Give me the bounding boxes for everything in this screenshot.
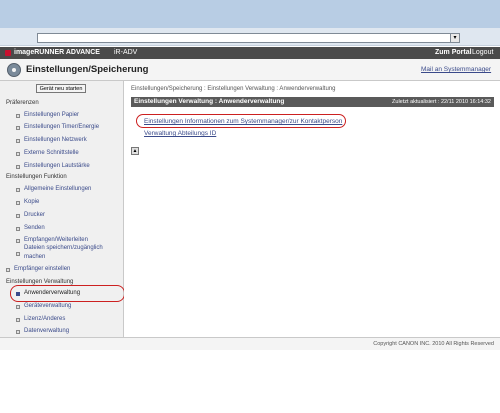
bullet-icon	[16, 305, 20, 309]
canon-logo-icon	[5, 50, 11, 56]
link-department-id[interactable]: Verwaltung Abteilungs ID	[144, 130, 216, 137]
mail-systemmanager-link[interactable]: Mail an Systemmanager	[421, 66, 491, 73]
section-title: Einstellungen Verwaltung : Anwenderverwa…	[134, 98, 285, 105]
sidebar-item-drucker[interactable]: Drucker	[24, 212, 45, 218]
page-header: Einstellungen/Speicherung Mail an System…	[0, 59, 500, 81]
sidebar-item-empfaenger[interactable]: Empfänger einstellen	[14, 266, 70, 272]
sidebar-item-papier[interactable]: Einstellungen Papier	[24, 112, 79, 118]
bullet-icon	[16, 318, 20, 322]
sidebar-item-allgemein[interactable]: Allgemeine Einstellungen	[24, 186, 91, 192]
highlight-oval-main	[136, 114, 346, 128]
sidebar-item-lautstaerke[interactable]: Einstellungen Lautstärke	[24, 163, 90, 169]
address-dropdown-icon[interactable]: ▾	[450, 34, 459, 42]
sidebar-item-lizenz[interactable]: Lizenz/Anderes	[24, 316, 65, 322]
sidebar-item-kopie[interactable]: Kopie	[24, 199, 39, 205]
sidebar-item-empfangen[interactable]: Empfangen/Weiterleiten	[24, 237, 88, 243]
bullet-icon	[6, 268, 10, 272]
sidebar-item-schnittstelle[interactable]: Externe Schnittstelle	[24, 150, 79, 156]
top-bar: imageRUNNER ADVANCE iR-ADV Zum Portal Lo…	[0, 47, 500, 59]
section-header-bar: Einstellungen Verwaltung : Anwenderverwa…	[131, 97, 494, 107]
sidebar-item-datenverwaltung[interactable]: Datenverwaltung	[24, 328, 69, 334]
bullet-icon	[16, 188, 20, 192]
bullet-icon	[16, 330, 20, 334]
copyright-text: Copyright CANON INC. 2010 All Rights Res…	[373, 341, 494, 347]
product-name: imageRUNNER ADVANCE	[14, 49, 100, 56]
zum-portal-link[interactable]: Zum Portal	[435, 49, 472, 56]
browser-toolbar	[0, 0, 500, 28]
bullet-icon	[16, 227, 20, 231]
sidebar-item-senden[interactable]: Senden	[24, 225, 45, 231]
sidebar-item-netzwerk[interactable]: Einstellungen Netzwerk	[24, 137, 87, 143]
highlight-oval-sidebar	[10, 285, 125, 302]
address-bar[interactable]: ▾	[37, 33, 460, 43]
bullet-icon	[16, 165, 20, 169]
sidebar: Gerät neu starten Präferenzen Einstellun…	[0, 81, 125, 337]
main-content: Einstellungen/Speicherung : Einstellunge…	[124, 81, 500, 337]
bullet-icon	[16, 214, 20, 218]
bullet-icon	[16, 114, 20, 118]
section-funktion: Einstellungen Funktion	[6, 174, 67, 180]
logout-link[interactable]: Logout	[472, 49, 493, 56]
sidebar-item-dateien[interactable]: Dateien speichern/zugänglich machen	[24, 244, 122, 262]
sidebar-item-timer[interactable]: Einstellungen Timer/Energie	[24, 124, 99, 130]
model-name: iR-ADV	[114, 49, 138, 56]
bullet-icon	[16, 126, 20, 130]
restart-device-button[interactable]: Gerät neu starten	[36, 84, 86, 93]
bullet-icon	[16, 152, 20, 156]
settings-gear-icon	[7, 63, 21, 77]
section-praeferenzen: Präferenzen	[6, 100, 39, 106]
breadcrumb: Einstellungen/Speicherung : Einstellunge…	[131, 86, 336, 92]
bullet-icon	[16, 139, 20, 143]
sidebar-item-geraeteverwaltung[interactable]: Geräteverwaltung	[24, 303, 71, 309]
scroll-to-top-icon[interactable]: ▲	[131, 147, 139, 155]
bullet-icon	[16, 239, 20, 243]
bullet-icon	[16, 201, 20, 205]
last-updated-text: Zuletzt aktualisiert : 22/11 2010 16:14:…	[392, 99, 491, 105]
bullet-icon	[16, 252, 20, 256]
page-title: Einstellungen/Speicherung	[26, 64, 149, 75]
footer: Copyright CANON INC. 2010 All Rights Res…	[0, 337, 500, 350]
